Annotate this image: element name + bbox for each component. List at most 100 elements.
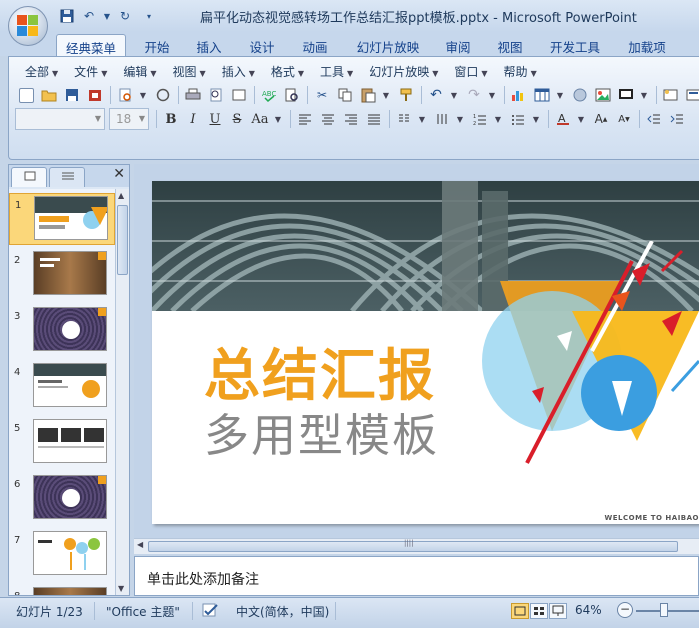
save-icon[interactable]: [61, 85, 83, 105]
current-slide[interactable]: 总结汇报 多用型模板 WELCOME TO HAIBAO: [152, 181, 699, 524]
chevron-down-icon[interactable]: ▼: [272, 109, 284, 129]
strikethrough-button[interactable]: S: [226, 109, 248, 129]
display-icon[interactable]: [615, 85, 637, 105]
spell-check-icon[interactable]: [202, 603, 220, 622]
decrease-indent-icon[interactable]: [643, 109, 665, 129]
zoom-slider-knob[interactable]: [660, 603, 668, 617]
menu-insert[interactable]: 插入 ▼: [214, 61, 263, 81]
research-icon[interactable]: [281, 85, 303, 105]
chevron-down-icon[interactable]: ▼: [486, 85, 498, 105]
customize-qat-icon[interactable]: ▾: [144, 7, 154, 25]
redo-icon[interactable]: ↻: [116, 7, 134, 25]
clipart-icon[interactable]: [569, 85, 591, 105]
bold-button[interactable]: B: [160, 109, 182, 129]
print-preview-icon[interactable]: [114, 85, 136, 105]
slide-thumbnail[interactable]: 5: [9, 417, 115, 469]
slide-thumbnail[interactable]: 7: [9, 529, 115, 581]
table-icon[interactable]: [531, 85, 553, 105]
language-indicator[interactable]: 中文(简体，中国): [236, 603, 329, 620]
chevron-down-icon[interactable]: ▼: [575, 109, 587, 129]
scroll-down-icon[interactable]: ▼: [118, 584, 124, 593]
text-direction-icon[interactable]: [431, 109, 453, 129]
menu-format[interactable]: 格式 ▼: [263, 61, 312, 81]
menu-window[interactable]: 窗口 ▼: [446, 61, 495, 81]
new-slide-icon[interactable]: [660, 85, 682, 105]
align-left-icon[interactable]: [294, 109, 316, 129]
spelling-icon[interactable]: ABC: [258, 85, 280, 105]
close-icon[interactable]: ✕: [113, 166, 125, 182]
copy-icon[interactable]: [334, 85, 356, 105]
tab-design[interactable]: 设计: [241, 34, 283, 56]
undo-icon[interactable]: ↶: [80, 7, 98, 25]
bullets-icon[interactable]: [507, 109, 529, 129]
notes-placeholder[interactable]: 单击此处添加备注: [147, 569, 259, 589]
tab-home[interactable]: 开始: [136, 34, 178, 56]
slideshow-button[interactable]: [549, 603, 567, 619]
tab-view[interactable]: 视图: [489, 34, 531, 56]
new-file-icon[interactable]: [15, 85, 37, 105]
chevron-down-icon[interactable]: ▼: [530, 109, 542, 129]
tab-insert[interactable]: 插入: [188, 34, 230, 56]
align-center-icon[interactable]: [317, 109, 339, 129]
chevron-down-icon[interactable]: ▼: [137, 85, 149, 105]
align-right-icon[interactable]: [340, 109, 362, 129]
slides-vertical-scrollbar[interactable]: ▲ ▼: [115, 189, 129, 595]
menu-view[interactable]: 视图 ▼: [165, 61, 214, 81]
redo-icon[interactable]: ↷: [463, 85, 485, 105]
print-icon[interactable]: [182, 85, 204, 105]
chevron-down-icon[interactable]: ▼: [416, 109, 428, 129]
tab-developer[interactable]: 开发工具: [543, 34, 607, 56]
chevron-down-icon[interactable]: ▼: [554, 85, 566, 105]
scroll-up-icon[interactable]: ▲: [118, 191, 124, 200]
menu-help[interactable]: 帮助 ▼: [496, 61, 545, 81]
slide-thumbnail[interactable]: 1: [9, 193, 115, 245]
slide-thumbnail[interactable]: 6: [9, 473, 115, 525]
picture-icon[interactable]: [592, 85, 614, 105]
scrollbar-thumb[interactable]: [117, 205, 128, 275]
tab-review[interactable]: 审阅: [437, 34, 479, 56]
undo-icon[interactable]: ↶: [425, 85, 447, 105]
chevron-down-icon[interactable]: ▼: [380, 85, 392, 105]
save-icon[interactable]: [58, 7, 76, 25]
grow-font-icon[interactable]: A ▲: [590, 109, 612, 129]
italic-button[interactable]: I: [182, 109, 204, 129]
tab-animation[interactable]: 动画: [294, 34, 336, 56]
horizontal-scrollbar[interactable]: ◀ ||||: [134, 538, 699, 554]
slide-sorter-button[interactable]: [530, 603, 548, 619]
notes-pane[interactable]: 单击此处添加备注: [134, 556, 699, 596]
font-color-icon[interactable]: A: [552, 109, 574, 129]
menu-all[interactable]: 全部 ▼: [17, 61, 66, 81]
change-case-button[interactable]: Aa: [248, 109, 272, 129]
tab-slideshow[interactable]: 幻灯片放映: [349, 34, 427, 56]
underline-button[interactable]: U: [204, 109, 226, 129]
layout-icon[interactable]: [228, 85, 250, 105]
tab-outline[interactable]: [49, 167, 85, 187]
open-folder-icon[interactable]: [38, 85, 60, 105]
tab-classic-menu[interactable]: 经典菜单: [56, 34, 126, 56]
zoom-out-button[interactable]: −: [617, 602, 633, 618]
tab-slides[interactable]: [11, 167, 47, 187]
paste-icon[interactable]: [357, 85, 379, 105]
chevron-down-icon[interactable]: ▼: [102, 7, 112, 25]
scroll-left-icon[interactable]: ◀: [137, 540, 143, 549]
columns-icon[interactable]: [393, 109, 415, 129]
slide-thumbnail[interactable]: 2: [9, 249, 115, 301]
pdf-icon[interactable]: [152, 85, 174, 105]
justify-icon[interactable]: [363, 109, 385, 129]
chevron-down-icon[interactable]: ▼: [448, 85, 460, 105]
font-size-combo[interactable]: 18 ▼: [109, 108, 149, 130]
menu-tools[interactable]: 工具 ▼: [312, 61, 361, 81]
format-painter-icon[interactable]: [395, 85, 417, 105]
menu-file[interactable]: 文件 ▼: [66, 61, 115, 81]
normal-view-button[interactable]: [511, 603, 529, 619]
chevron-down-icon[interactable]: ▼: [492, 109, 504, 129]
increase-indent-icon[interactable]: [666, 109, 688, 129]
menu-edit[interactable]: 编辑 ▼: [115, 61, 164, 81]
chevron-down-icon[interactable]: ▼: [454, 109, 466, 129]
slide-thumbnail[interactable]: 3: [9, 305, 115, 357]
slide-thumbnail[interactable]: 4: [9, 361, 115, 413]
cut-icon[interactable]: ✂: [311, 85, 333, 105]
shrink-font-icon[interactable]: A ▼: [613, 109, 635, 129]
permission-icon[interactable]: [84, 85, 106, 105]
chart-icon[interactable]: [508, 85, 530, 105]
